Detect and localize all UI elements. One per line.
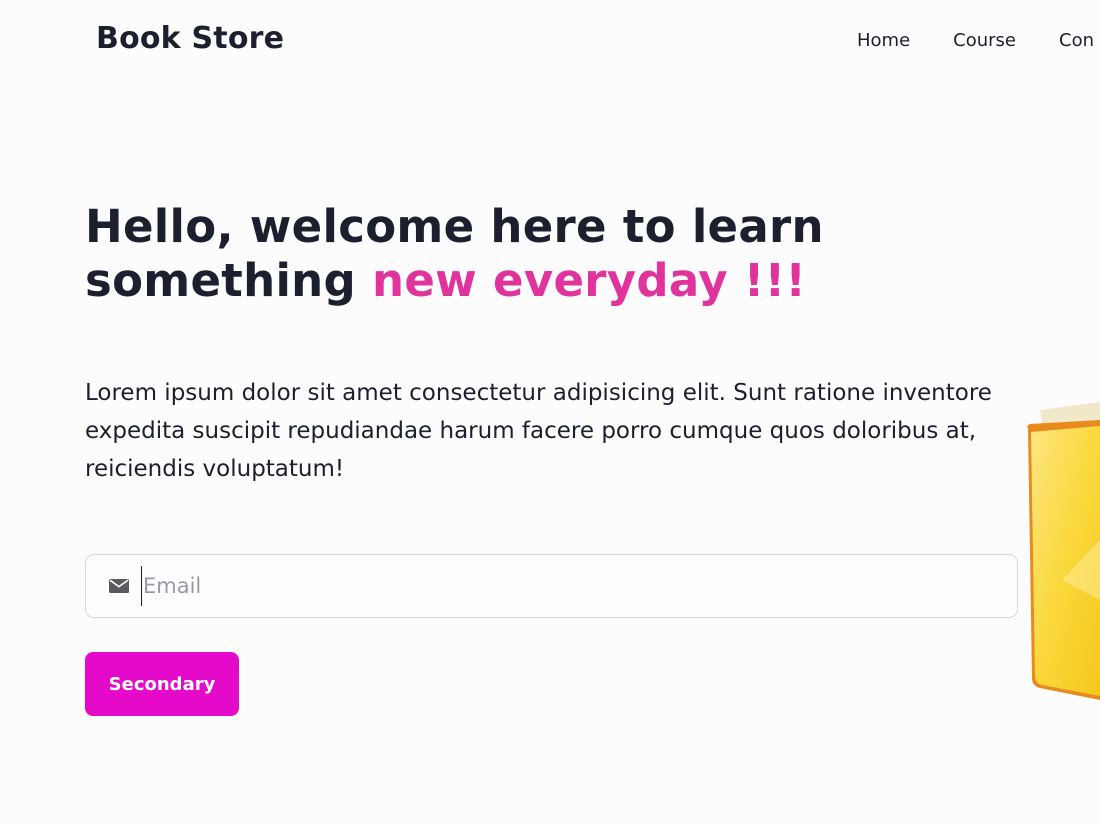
navbar: Book Store Home Course Con: [0, 0, 1100, 82]
brand-logo-text[interactable]: Book Store: [96, 21, 284, 56]
hero-description: Lorem ipsum dolor sit amet consectetur a…: [85, 380, 992, 482]
nav-link-course[interactable]: Course: [953, 30, 1016, 51]
envelope-icon: [109, 579, 129, 593]
nav-links: Home Course Con: [857, 30, 1094, 51]
nav-link-home[interactable]: Home: [857, 30, 910, 51]
email-input[interactable]: [141, 566, 981, 606]
page: Book Store Home Course Con Hello, welcom…: [0, 0, 1100, 825]
secondary-button[interactable]: Secondary: [85, 652, 239, 716]
hero-title-accent: new everyday !!!: [372, 254, 807, 307]
email-field-container[interactable]: [85, 554, 1018, 618]
nav-link-contact[interactable]: Con: [1059, 30, 1094, 51]
book-illustration: [1027, 402, 1100, 700]
hero-title: Hello, welcome here to learn something n…: [85, 200, 1065, 308]
